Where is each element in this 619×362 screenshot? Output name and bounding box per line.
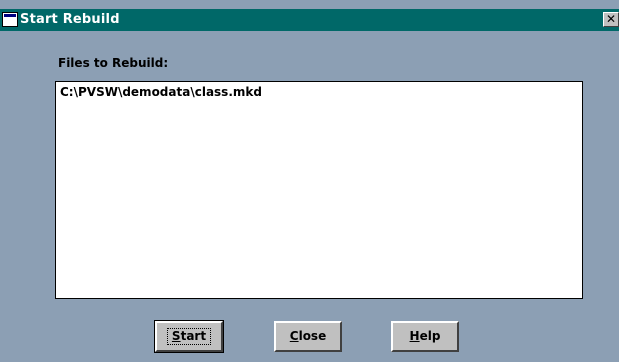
system-menu-icon-bar [4, 14, 16, 17]
close-window-button[interactable]: ✕ [603, 12, 619, 27]
help-button-mnemonic: H [409, 329, 420, 343]
close-button-mnemonic: C [289, 329, 299, 343]
start-button[interactable]: Start [154, 320, 224, 353]
help-button-label: elp [419, 329, 441, 343]
start-button-mnemonic: S [171, 329, 181, 343]
title-bar[interactable]: Start Rebuild ✕ [0, 9, 619, 31]
close-button-label: lose [298, 329, 327, 343]
list-item[interactable]: C:\PVSW\demodata\class.mkd [60, 85, 262, 99]
start-button-label: tart [180, 329, 207, 343]
start-button-focus: Start [166, 328, 212, 345]
files-to-rebuild-label: Files to Rebuild: [58, 56, 169, 70]
close-button[interactable]: Close [274, 321, 342, 352]
system-menu-icon[interactable] [2, 12, 18, 27]
files-listbox[interactable]: C:\PVSW\demodata\class.mkd [55, 81, 583, 299]
window-title: Start Rebuild [20, 12, 120, 27]
start-rebuild-dialog: Start Rebuild ✕ Files to Rebuild: C:\PVS… [0, 0, 619, 362]
close-icon: ✕ [605, 12, 617, 26]
help-button[interactable]: Help [391, 321, 459, 352]
